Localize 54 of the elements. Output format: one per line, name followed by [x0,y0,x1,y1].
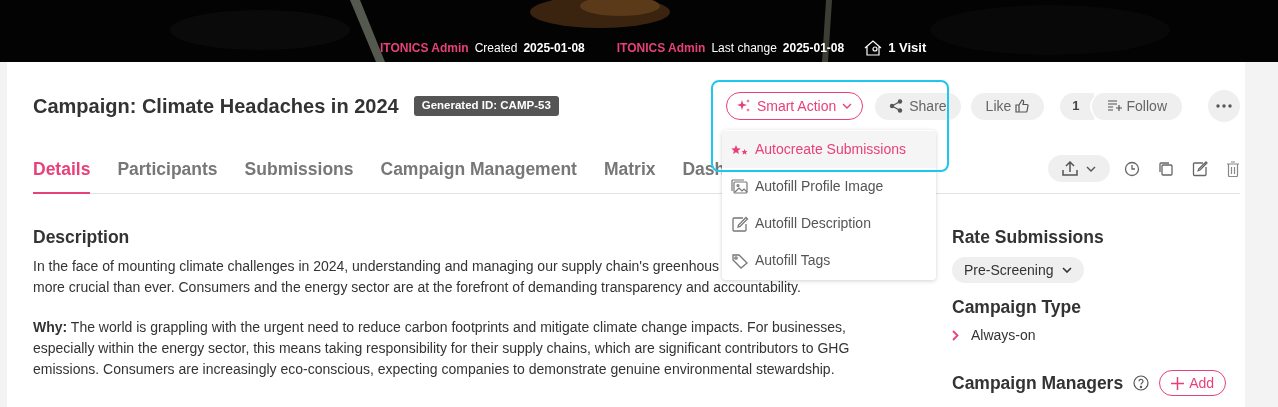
list-plus-icon [1106,100,1123,112]
campaign-title: Campaign: Climate Headaches in 2024 [33,94,399,119]
menu-item[interactable]: Autofill Description [722,205,936,242]
rate-dropdown[interactable]: Pre-Screening [952,257,1084,283]
like-button[interactable]: Like [970,92,1045,120]
share-icon [889,99,904,113]
image-icon [731,178,749,195]
created-date: 2025-01-08 [523,39,585,57]
last-change-date: 2025-01-08 [782,39,845,57]
stars-icon [731,143,749,156]
last-change-label: Last change [711,39,777,57]
id-badge: Generated ID: CAMP-53 [413,96,559,116]
section-heading: Description [33,226,130,249]
edit-icon[interactable] [1192,160,1208,177]
house-icon [864,39,883,56]
section-heading: Campaign Managers [952,372,1124,395]
menu-item[interactable]: Autofill Profile Image [722,168,936,205]
author-name[interactable]: ITONICS Admin [616,38,706,57]
upload-icon [1062,161,1078,176]
tab[interactable]: Participants [117,146,218,194]
more-button[interactable] [1208,90,1240,122]
clock-icon[interactable] [1124,160,1140,177]
plus-icon [1171,376,1185,390]
author-name[interactable]: ITONICS Admin [380,38,469,57]
created-label: Created [474,39,518,57]
share-button[interactable]: Share [875,92,961,120]
more-icon [1216,104,1232,108]
chevron-down-icon [842,103,853,109]
tab[interactable]: Campaign Management [380,146,577,194]
chevron-down-icon [1086,165,1096,172]
menu-item[interactable]: Autocreate Submissions [722,131,936,168]
follower-count: 1 [1060,92,1094,120]
description-line: In the face of mounting climate challenges in 2024, understanding and managing our supply chain's greenhous [33,257,720,276]
tab[interactable]: Matrix [603,146,656,194]
tab[interactable]: Submissions [244,146,354,194]
visit-count: 1 Visit [888,39,927,57]
copy-icon[interactable] [1158,160,1174,177]
help-icon[interactable] [1133,375,1150,392]
section-heading: Rate Submissions [952,226,1104,249]
tag-icon [731,252,749,269]
tab[interactable]: Details [33,146,91,194]
chevron-down-icon [1061,267,1072,273]
sparkle-icon [736,99,751,113]
menu-item[interactable]: Autofill Tags [722,242,936,279]
thumbs-up-icon [1015,99,1030,113]
description-line: more crucial than ever. Consumers and the energy sector are at the forefront of demanding transparency and accountability. [33,278,801,297]
follow-button[interactable]: Follow [1089,92,1182,120]
campaign-type-value: Always-on [971,326,1036,345]
export-button[interactable] [1048,155,1110,182]
chevron-right-icon [952,330,959,341]
trash-icon[interactable] [1226,160,1240,177]
edit-icon [731,215,749,232]
why-paragraph: Why: The world is grappling with the urgent need to reduce carbon footprints and mitigate climate change impacts. For businesses, especially within the energy sector, this means taking responsibility for their supply chains, which are significant contributors to GHG emissions. Consumers are increasingly eco-conscious, expecting companies to demonstrate genuine environmental stewardship. [33,318,851,379]
section-heading: Campaign Type [952,296,1081,319]
